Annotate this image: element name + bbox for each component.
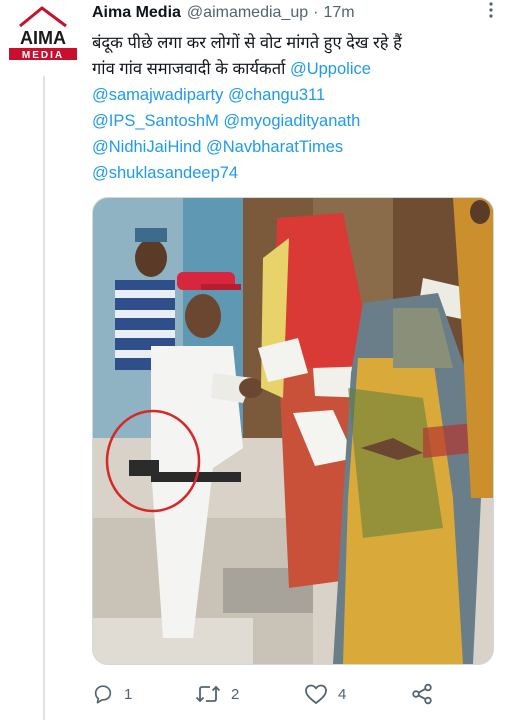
mention-link[interactable]: @IPS_SantoshM <box>92 112 219 130</box>
retweet-count: 2 <box>231 685 240 703</box>
share-icon <box>412 683 432 705</box>
reply-icon <box>94 685 112 704</box>
reply-button[interactable]: 1 <box>92 680 132 708</box>
tweet-text-line: @shuklasandeep74 <box>92 160 492 186</box>
tweet-photo[interactable] <box>92 197 494 665</box>
reply-count: 1 <box>124 685 133 703</box>
tweet-text-line: @samajwadiparty @changu311 <box>92 82 492 108</box>
author-handle[interactable]: @aimamedia_up <box>187 4 308 22</box>
retweet-icon <box>195 685 221 703</box>
tweet-text-line: @NidhiJaiHind @NavbharatTimes <box>92 134 492 160</box>
mention-link[interactable]: @shuklasandeep74 <box>92 164 238 182</box>
separator-dot: · <box>313 4 319 21</box>
mention-link[interactable]: @NavbharatTimes <box>206 138 343 156</box>
mention-link[interactable]: @changu311 <box>228 86 325 104</box>
share-button[interactable] <box>410 680 434 708</box>
more-vertical-icon <box>489 2 493 18</box>
like-button[interactable]: 4 <box>304 680 346 708</box>
more-options-button[interactable] <box>488 0 494 25</box>
mention-link[interactable]: @Uppolice <box>290 60 371 78</box>
tweet-text-line: गांव गांव समाजवादी के कार्यकर्ता @Uppoli… <box>92 56 492 82</box>
mention-link[interactable]: @myogiadityanath <box>223 112 360 130</box>
tweet-text-line: बंदूक पीछे लगा कर लोगों से वोट मांगते हु… <box>92 34 402 52</box>
tweet-actions: 1 2 4 <box>92 680 492 708</box>
tweet-text-line: @IPS_SantoshM @myogiadityanath <box>92 108 492 134</box>
mention-link[interactable]: @NidhiJaiHind <box>92 138 201 156</box>
avatar-logo-text-top: AIMA <box>20 28 66 48</box>
thread-connector-line <box>43 76 45 720</box>
tweet-text: बंदूक पीछे लगा कर लोगों से वोट मांगते हु… <box>92 30 492 186</box>
heart-icon <box>305 684 327 704</box>
like-count: 4 <box>338 685 347 703</box>
author-name[interactable]: Aima Media <box>92 4 181 22</box>
tweet-text-fragment: गांव गांव समाजवादी के कार्यकर्ता <box>92 60 290 78</box>
avatar[interactable]: AIMA MEDIA <box>6 6 80 64</box>
tweet-header: Aima Media @aimamedia_up · 17m <box>92 2 355 24</box>
timestamp[interactable]: 17m <box>323 4 354 22</box>
mention-link[interactable]: @samajwadiparty <box>92 86 223 104</box>
avatar-logo-text-bottom: MEDIA <box>22 50 64 61</box>
retweet-button[interactable]: 2 <box>195 680 239 708</box>
